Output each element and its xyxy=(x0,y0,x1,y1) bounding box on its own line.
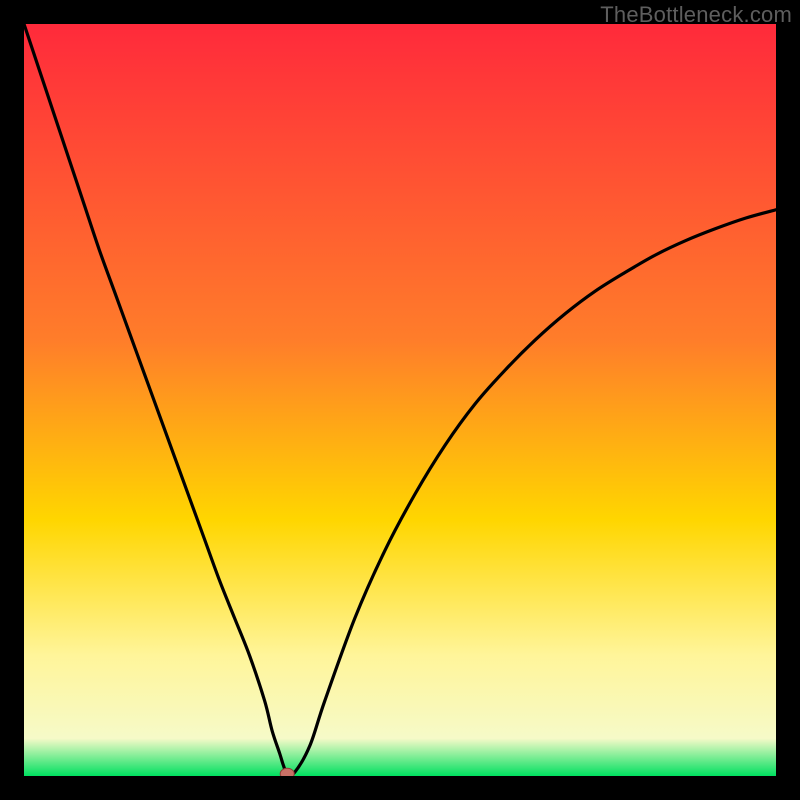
bottleneck-chart xyxy=(24,24,776,776)
chart-frame xyxy=(24,24,776,776)
watermark-text: TheBottleneck.com xyxy=(600,2,792,28)
optimal-point-marker xyxy=(280,768,294,776)
gradient-background xyxy=(24,24,776,776)
